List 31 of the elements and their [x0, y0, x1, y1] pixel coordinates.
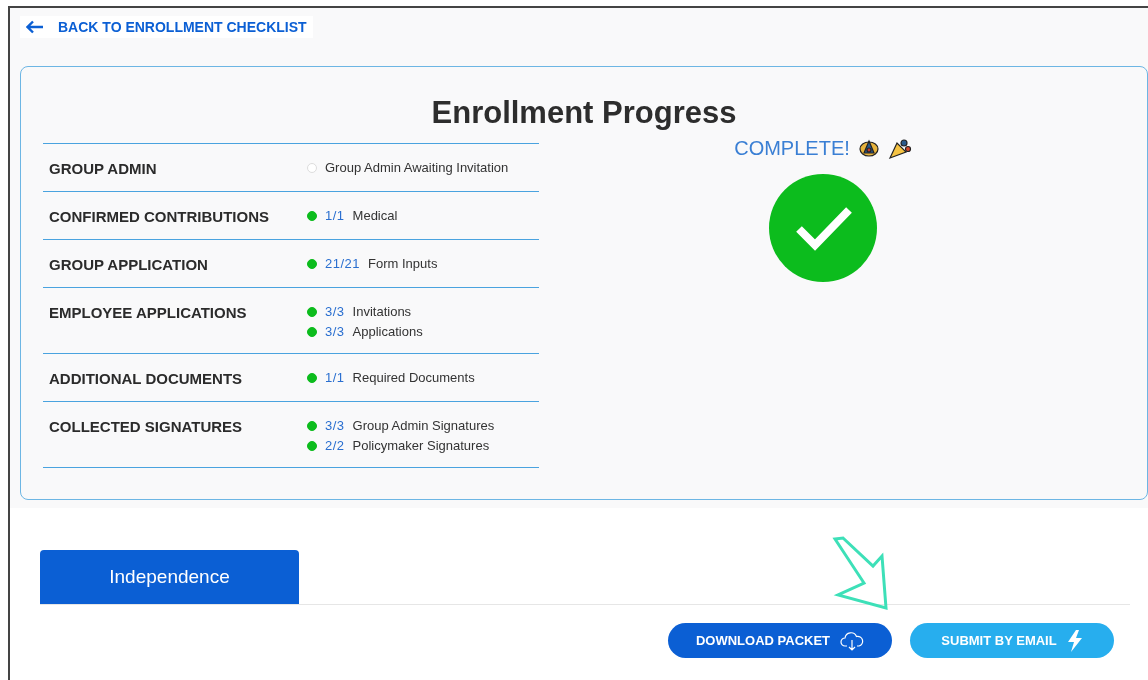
- item-label: Policymaker Signatures: [352, 438, 490, 453]
- item-label: Form Inputs: [368, 256, 438, 271]
- section-label: CONFIRMED CONTRIBUTIONS: [49, 208, 270, 225]
- cloud-download-icon: [840, 630, 865, 651]
- party-popper-icon: [887, 137, 912, 160]
- item-label: Required Documents: [352, 370, 475, 385]
- back-link[interactable]: BACK TO ENROLLMENT CHECKLIST: [20, 16, 313, 38]
- item-label: Applications: [352, 324, 423, 339]
- card-title: Enrollment Progress: [430, 95, 738, 131]
- lightning-icon: [1066, 629, 1083, 652]
- item-count: 3/3: [325, 418, 345, 433]
- complete-label: COMPLETE!: [734, 137, 850, 160]
- item-count: 3/3: [325, 304, 345, 319]
- section-label: COLLECTED SIGNATURES: [49, 418, 244, 437]
- arrow-left-icon: [26, 20, 44, 34]
- item-label: Medical: [352, 208, 398, 223]
- item-count: 1/1: [325, 208, 345, 223]
- item-label: Group Admin Awaiting Invitation: [325, 160, 509, 175]
- item-count: 3/3: [325, 324, 345, 339]
- tab[interactable]: Independence: [40, 550, 299, 604]
- item-count: 21/21: [325, 256, 361, 271]
- section-label: GROUP ADMIN: [49, 160, 158, 177]
- section-label: ADDITIONAL DOCUMENTS: [49, 370, 244, 387]
- item-count: 1/1: [325, 370, 345, 385]
- item-label: Invitations: [352, 304, 412, 319]
- download-button[interactable]: DOWNLOAD PACKET: [668, 623, 892, 658]
- party-hat-icon: [857, 137, 880, 160]
- section-label: EMPLOYEE APPLICATIONS: [49, 304, 248, 323]
- item-label: Group Admin Signatures: [352, 418, 495, 433]
- item-count: 2/2: [325, 438, 345, 453]
- section-label: GROUP APPLICATION: [49, 256, 209, 273]
